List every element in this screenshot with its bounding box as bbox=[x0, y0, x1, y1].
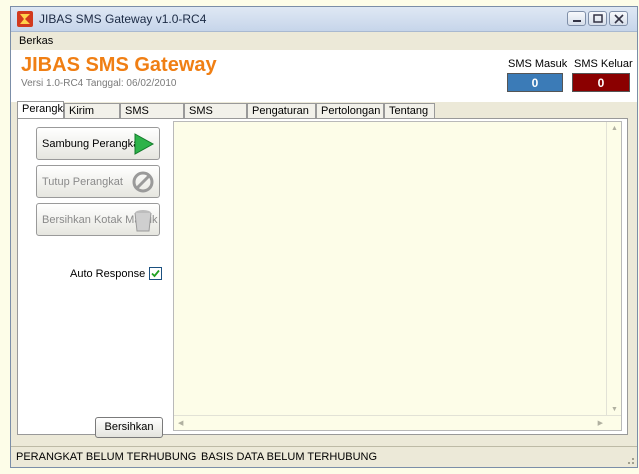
tab-pengaturan[interactable]: Pengaturan bbox=[247, 103, 316, 118]
resize-grip-icon[interactable] bbox=[625, 455, 635, 465]
close-button[interactable] bbox=[609, 11, 628, 26]
tab-sms-masuk[interactable]: SMS Masuk bbox=[184, 103, 247, 132]
horizontal-scrollbar[interactable]: ◀ ▶ bbox=[174, 415, 621, 430]
maximize-button[interactable] bbox=[588, 11, 607, 26]
clear-inbox-button[interactable]: Bersihkan Kotak Masuk bbox=[36, 203, 160, 236]
device-status: PERANGKAT BELUM TERHUBUNG bbox=[16, 451, 197, 463]
device-panel: Sambung Perangkat Tutup Perangkat Bersih… bbox=[17, 118, 628, 438]
close-device-button[interactable]: Tutup Perangkat bbox=[36, 165, 160, 198]
clear-log-button[interactable]: Bersihkan bbox=[95, 417, 163, 438]
close-device-label: Tutup Perangkat bbox=[42, 176, 123, 188]
scroll-down-icon[interactable]: ▼ bbox=[611, 406, 618, 413]
auto-response-label: Auto Response bbox=[70, 268, 146, 280]
prohibited-icon bbox=[132, 171, 154, 193]
maximize-icon bbox=[593, 14, 603, 23]
tab-kirim-sms[interactable]: Kirim SMS bbox=[64, 103, 120, 132]
close-icon bbox=[614, 14, 624, 24]
auto-response-checkbox[interactable] bbox=[149, 267, 162, 280]
scroll-left-icon[interactable]: ◀ bbox=[178, 419, 183, 427]
title-bar[interactable]: JIBAS SMS Gateway v1.0-RC4 bbox=[11, 7, 637, 32]
trash-bin-icon bbox=[134, 210, 152, 232]
menu-bar: Berkas bbox=[11, 32, 637, 49]
connect-device-label: Sambung Perangkat bbox=[42, 138, 143, 150]
database-status: BASIS DATA BELUM TERHUBUNG bbox=[201, 451, 378, 463]
app-header: JIBAS SMS Gateway Versi 1.0-RC4 Tanggal:… bbox=[11, 50, 637, 102]
scroll-up-icon[interactable]: ▲ bbox=[611, 125, 618, 132]
app-version: Versi 1.0-RC4 Tanggal: 06/02/2010 bbox=[21, 78, 177, 89]
app-name: JIBAS SMS Gateway bbox=[21, 54, 217, 76]
tab-sms-keluar[interactable]: SMS Keluar bbox=[120, 103, 184, 132]
minimize-button[interactable] bbox=[567, 11, 586, 26]
app-window: JIBAS SMS Gateway v1.0-RC4 Berkas JIBAS … bbox=[10, 6, 638, 468]
log-textarea[interactable]: ▲ ▼ ◀ ▶ bbox=[173, 121, 622, 431]
menu-item-berkas[interactable]: Berkas bbox=[19, 35, 53, 47]
tab-tentang[interactable]: Tentang bbox=[384, 103, 435, 118]
vertical-scrollbar[interactable]: ▲ ▼ bbox=[606, 122, 621, 416]
sms-in-label: SMS Masuk bbox=[508, 58, 568, 70]
connect-device-button[interactable]: Sambung Perangkat bbox=[36, 127, 160, 160]
sms-out-label: SMS Keluar bbox=[574, 58, 633, 70]
scroll-right-icon[interactable]: ▶ bbox=[598, 419, 603, 427]
sms-in-count: 0 bbox=[507, 73, 563, 92]
checkmark-icon bbox=[151, 269, 160, 278]
tab-perangkat[interactable]: Perangkat bbox=[17, 101, 72, 119]
status-bar: PERANGKAT BELUM TERHUBUNG BASIS DATA BEL… bbox=[11, 446, 637, 467]
sms-out-count: 0 bbox=[572, 73, 630, 92]
app-logo-icon bbox=[17, 11, 33, 27]
play-arrow-icon bbox=[134, 133, 155, 155]
minimize-icon bbox=[573, 20, 581, 22]
window-title: JIBAS SMS Gateway v1.0-RC4 bbox=[39, 12, 207, 26]
tab-pertolongan[interactable]: Pertolongan bbox=[316, 103, 384, 118]
